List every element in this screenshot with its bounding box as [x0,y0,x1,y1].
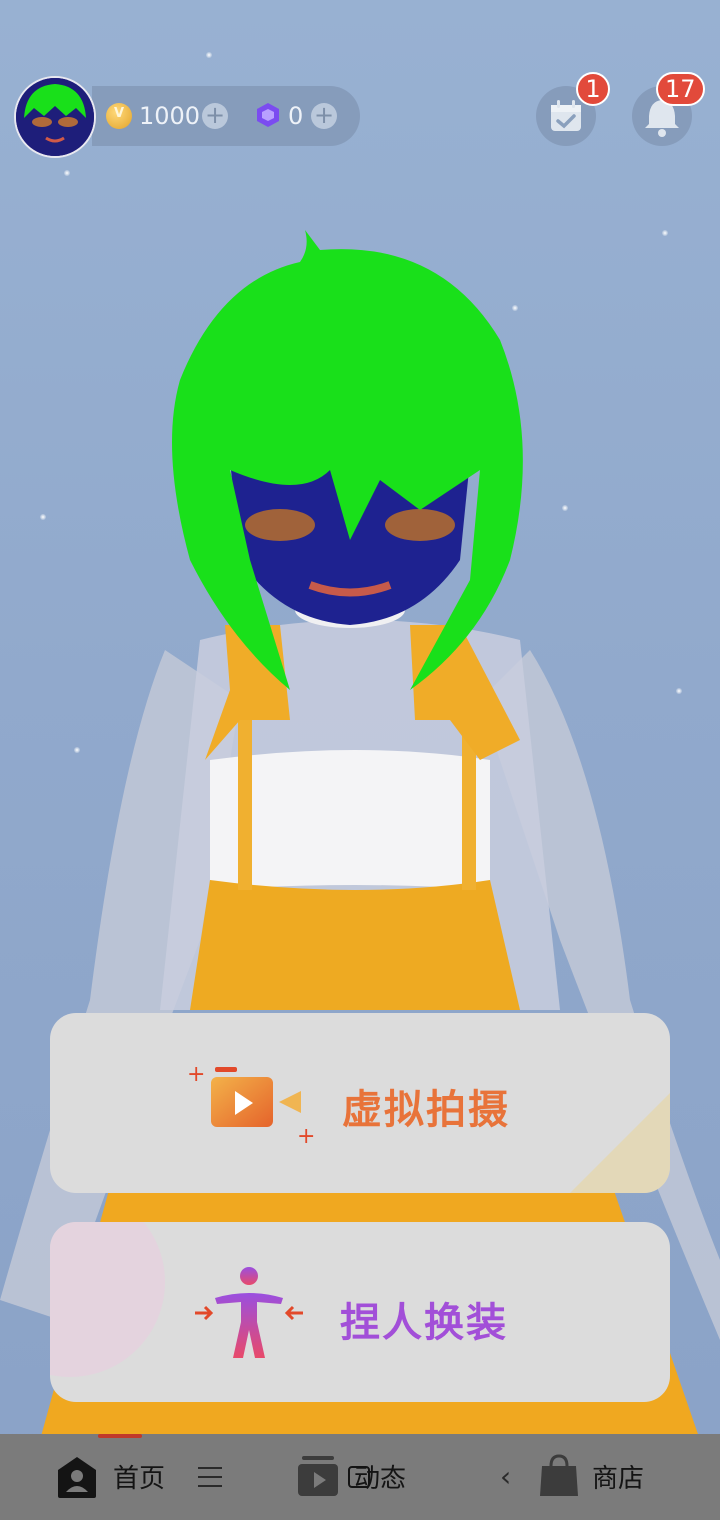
character-corset [190,880,520,1010]
person-pose-icon [195,1267,303,1358]
nav-feed-label: 动态 [354,1464,407,1494]
virtual-shoot-card[interactable]: + + 虚拟拍摄 [50,1013,670,1193]
gem-balance: 0 [288,102,304,130]
coin-icon [106,103,132,129]
coin-balance: 1000 [139,102,201,130]
notification-count-badge: 17 [656,72,705,106]
top-bar: 1000 + 0 + 1 17 [0,72,720,160]
video-feed-icon [298,1456,338,1496]
character-left-eye [245,509,315,541]
avatar-image [16,78,94,156]
menu-icon[interactable] [198,1467,222,1487]
checkin-count-badge: 1 [576,72,610,106]
character-left-strap [238,700,252,890]
back-icon[interactable]: ‹ [500,1462,520,1492]
gem-icon [257,103,279,127]
nav-active-indicator [98,1434,142,1438]
user-avatar[interactable] [14,76,96,158]
pinch-dress-card[interactable]: 捏人换装 [50,1222,670,1402]
home-icon [58,1457,96,1498]
add-coins-button[interactable]: + [202,103,228,129]
character-right-eye [385,509,455,541]
add-gems-button[interactable]: + [311,103,337,129]
svg-text:+: + [297,1124,315,1147]
virtual-shoot-label: 虚拟拍摄 [342,1087,510,1133]
nav-home-label: 首页 [113,1464,166,1494]
video-camera-icon: + + [187,1062,315,1147]
shopping-bag-icon [540,1454,578,1496]
svg-text:+: + [187,1062,205,1087]
pinch-dress-label: 捏人换装 [340,1300,508,1346]
nav-shop-label: 商店 [592,1464,645,1494]
